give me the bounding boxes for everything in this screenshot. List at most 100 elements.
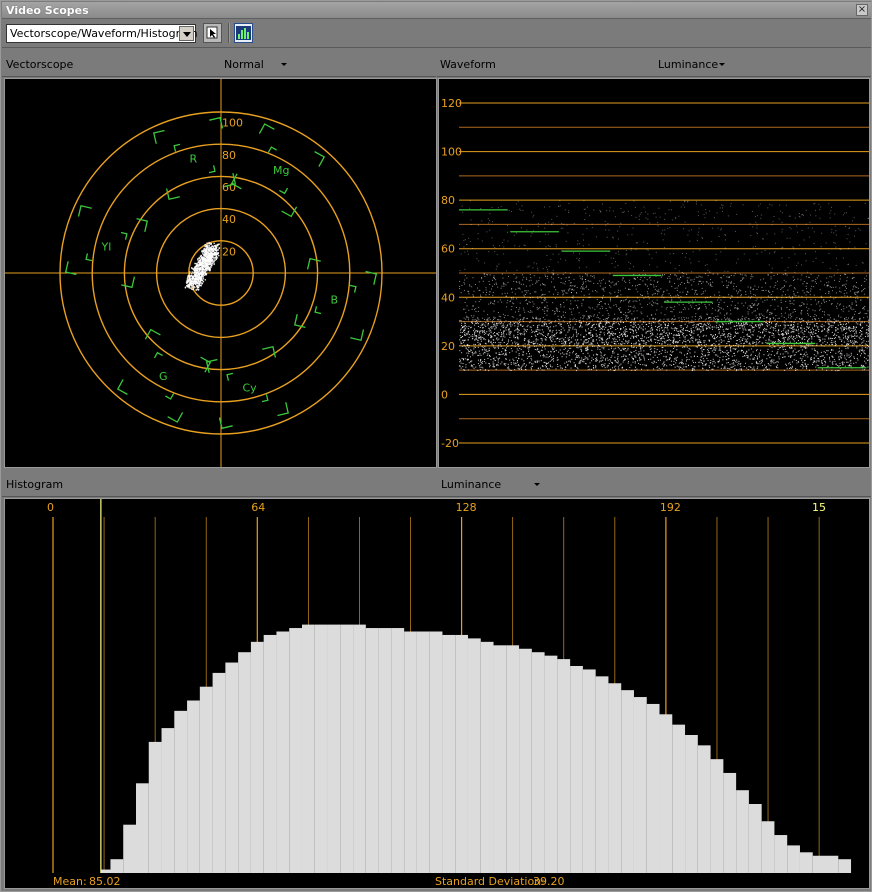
waveform-trace-dot — [506, 343, 508, 345]
waveform-trace-dot — [773, 334, 775, 336]
waveform-trace-dot — [642, 318, 644, 320]
waveform-trace-dot — [744, 323, 746, 325]
waveform-trace-dot — [649, 336, 651, 338]
waveform-trace-dot — [841, 328, 843, 330]
waveform-trace-dot — [534, 331, 536, 333]
waveform-trace-dot — [771, 271, 773, 273]
waveform-trace-dot — [777, 305, 779, 307]
close-icon[interactable]: × — [856, 4, 868, 16]
waveform-trace-dot — [721, 326, 723, 328]
waveform-trace-dot — [750, 331, 752, 333]
waveform-trace-dot — [547, 270, 549, 272]
waveform-trace-dot — [727, 328, 729, 330]
waveform-trace-dot — [793, 354, 795, 356]
waveform-trace-dot — [459, 366, 461, 368]
waveform-trace-dot — [614, 313, 616, 315]
waveform-trace-dot — [589, 362, 591, 364]
waveform-trace-dot — [840, 291, 842, 293]
waveform-trace-dot — [712, 307, 714, 309]
waveform-trace-dot — [576, 343, 578, 345]
waveform-trace-dot — [562, 314, 564, 316]
histogram-view-button[interactable] — [234, 23, 253, 43]
vectorscope-trace-dot — [186, 277, 189, 279]
waveform-trace-dot — [531, 232, 533, 234]
waveform-trace-dot — [676, 356, 678, 358]
waveform-trace-dot — [777, 273, 779, 275]
waveform-trace-dot — [798, 332, 800, 334]
waveform-trace-dot — [686, 346, 688, 348]
waveform-trace-dot — [669, 200, 671, 202]
vectorscope-mode-select[interactable]: Normal — [224, 58, 264, 71]
waveform-trace-dot — [562, 291, 564, 293]
waveform-trace-dot — [517, 287, 519, 289]
waveform-trace-dot — [569, 344, 571, 346]
waveform-trace-dot — [669, 343, 671, 345]
chevron-down-icon[interactable] — [179, 26, 194, 41]
title-bar[interactable]: Video Scopes × — [2, 2, 871, 19]
waveform-trace-dot — [485, 319, 487, 321]
waveform-trace-dot — [673, 318, 675, 320]
waveform-scale-label: 20 — [441, 340, 455, 353]
waveform-trace-dot — [523, 317, 525, 319]
waveform-trace-dot — [720, 251, 722, 253]
waveform-trace-dot — [851, 330, 853, 332]
waveform-trace-dot — [819, 356, 821, 358]
chevron-down-icon[interactable] — [281, 63, 287, 66]
waveform-trace-dot — [787, 344, 789, 346]
waveform-trace-dot — [781, 287, 783, 289]
waveform-trace-dot — [868, 333, 870, 335]
waveform-trace-dot — [607, 312, 609, 314]
waveform-trace-dot — [513, 316, 515, 318]
waveform-trace-dot — [823, 314, 825, 316]
waveform-trace-dot — [738, 323, 740, 325]
waveform-trace-dot — [707, 326, 709, 328]
waveform-trace-dot — [600, 357, 602, 359]
waveform-trace-dot — [744, 318, 746, 320]
waveform-trace-dot — [522, 364, 524, 366]
waveform-trace-dot — [718, 236, 720, 238]
waveform-trace-dot — [742, 204, 744, 206]
waveform-trace-dot — [539, 296, 541, 298]
waveform-trace-dot — [671, 298, 673, 300]
waveform-trace-dot — [724, 314, 726, 316]
waveform-trace-dot — [471, 365, 473, 367]
waveform-trace-dot — [581, 303, 583, 305]
pointer-select-button[interactable] — [203, 23, 222, 43]
chevron-down-icon[interactable] — [719, 63, 725, 66]
vectorscope-trace-dot — [200, 254, 202, 257]
waveform-trace-dot — [527, 311, 529, 313]
waveform-trace-dot — [540, 289, 542, 291]
waveform-trace-dot — [510, 363, 512, 365]
waveform-trace-dot — [622, 342, 624, 344]
waveform-trace-dot — [581, 279, 583, 281]
waveform-trace-dot — [640, 311, 642, 313]
waveform-trace-dot — [748, 318, 750, 320]
waveform-trace-dot — [714, 354, 716, 356]
waveform-trace-dot — [530, 235, 532, 237]
vectorscope-trace-dot — [193, 277, 196, 279]
waveform-trace-dot — [475, 352, 477, 354]
waveform-trace-dot — [734, 273, 736, 275]
waveform-trace-dot — [617, 366, 619, 368]
waveform-trace-dot — [520, 227, 522, 229]
waveform-trace-dot — [536, 326, 538, 328]
waveform-trace-dot — [554, 321, 556, 323]
waveform-trace-dot — [613, 321, 615, 323]
waveform-trace-dot — [632, 306, 634, 308]
waveform-trace-dot — [800, 365, 802, 367]
waveform-trace-dot — [820, 280, 822, 282]
waveform-trace-dot — [861, 349, 863, 351]
waveform-trace-dot — [555, 246, 557, 248]
waveform-trace-dot — [630, 263, 632, 265]
waveform-trace-dot — [727, 334, 729, 336]
waveform-trace-dot — [851, 302, 853, 304]
waveform-trace-dot — [599, 360, 601, 362]
waveform-trace-dot — [855, 230, 857, 232]
waveform-trace-dot — [694, 299, 696, 301]
waveform-trace-dot — [498, 322, 500, 324]
waveform-trace-dot — [611, 333, 613, 335]
waveform-trace-dot — [781, 257, 783, 259]
layout-select[interactable]: Vectorscope/Waveform/Histogram — [6, 24, 198, 43]
waveform-trace-dot — [683, 336, 685, 338]
waveform-mode-select[interactable]: Luminance — [658, 58, 718, 71]
